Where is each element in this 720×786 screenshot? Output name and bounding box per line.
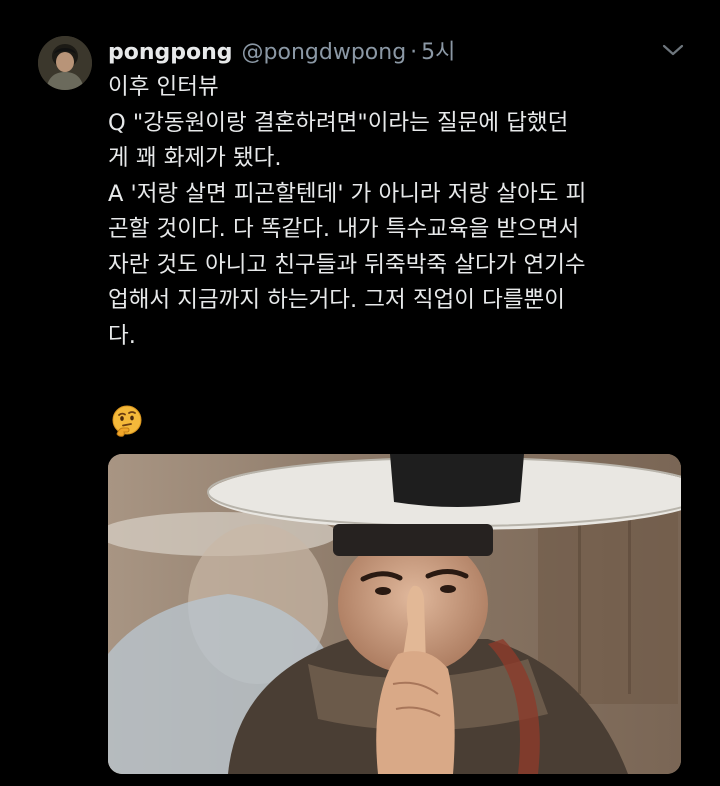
author-handle[interactable]: @pongdwpong <box>242 40 407 65</box>
tweet-text-line: A '저랑 살면 피곤할텐데' 가 아니라 저랑 살아도 피 <box>108 180 587 207</box>
tweet-text: 이후 인터뷰 Q "강동원이랑 결혼하려면"이라는 질문에 답했던 게 꽤 화제… <box>108 70 688 354</box>
tweet-menu-button[interactable] <box>660 40 686 60</box>
separator-dot: · <box>410 40 418 65</box>
tweet-text-line: 자란 것도 아니고 친구들과 뒤죽박죽 살다가 연기수 <box>108 251 586 278</box>
user-avatar-icon <box>38 36 92 90</box>
chevron-down-icon <box>662 44 684 56</box>
tweet-text-line: Q "강동원이랑 결혼하려면"이라는 질문에 답했던 <box>108 109 569 136</box>
photo-man-in-gat-shushing-icon <box>108 454 681 774</box>
thinking-face-emoji-icon <box>110 404 144 438</box>
tweet-header: pongpong @pongdwpong · 5시 <box>108 34 455 66</box>
avatar[interactable] <box>38 36 92 90</box>
tweet-text-line: 업해서 지금까지 하는거다. 그저 직업이 다를뿐이 <box>108 287 565 313</box>
tweet-text-line: 게 꽤 화제가 됐다. <box>108 145 282 171</box>
tweet-text-line: 다. <box>108 322 136 349</box>
author-display-name[interactable]: pongpong <box>108 40 233 65</box>
tweet-text-line: 곤할 것이다. 다 똑같다. 내가 특수교육을 받으면서 <box>108 216 580 242</box>
tweet-text-line: 이후 인터뷰 <box>108 74 219 100</box>
tweet-timestamp[interactable]: 5시 <box>421 34 455 66</box>
tweet-media-photo[interactable] <box>108 454 681 774</box>
